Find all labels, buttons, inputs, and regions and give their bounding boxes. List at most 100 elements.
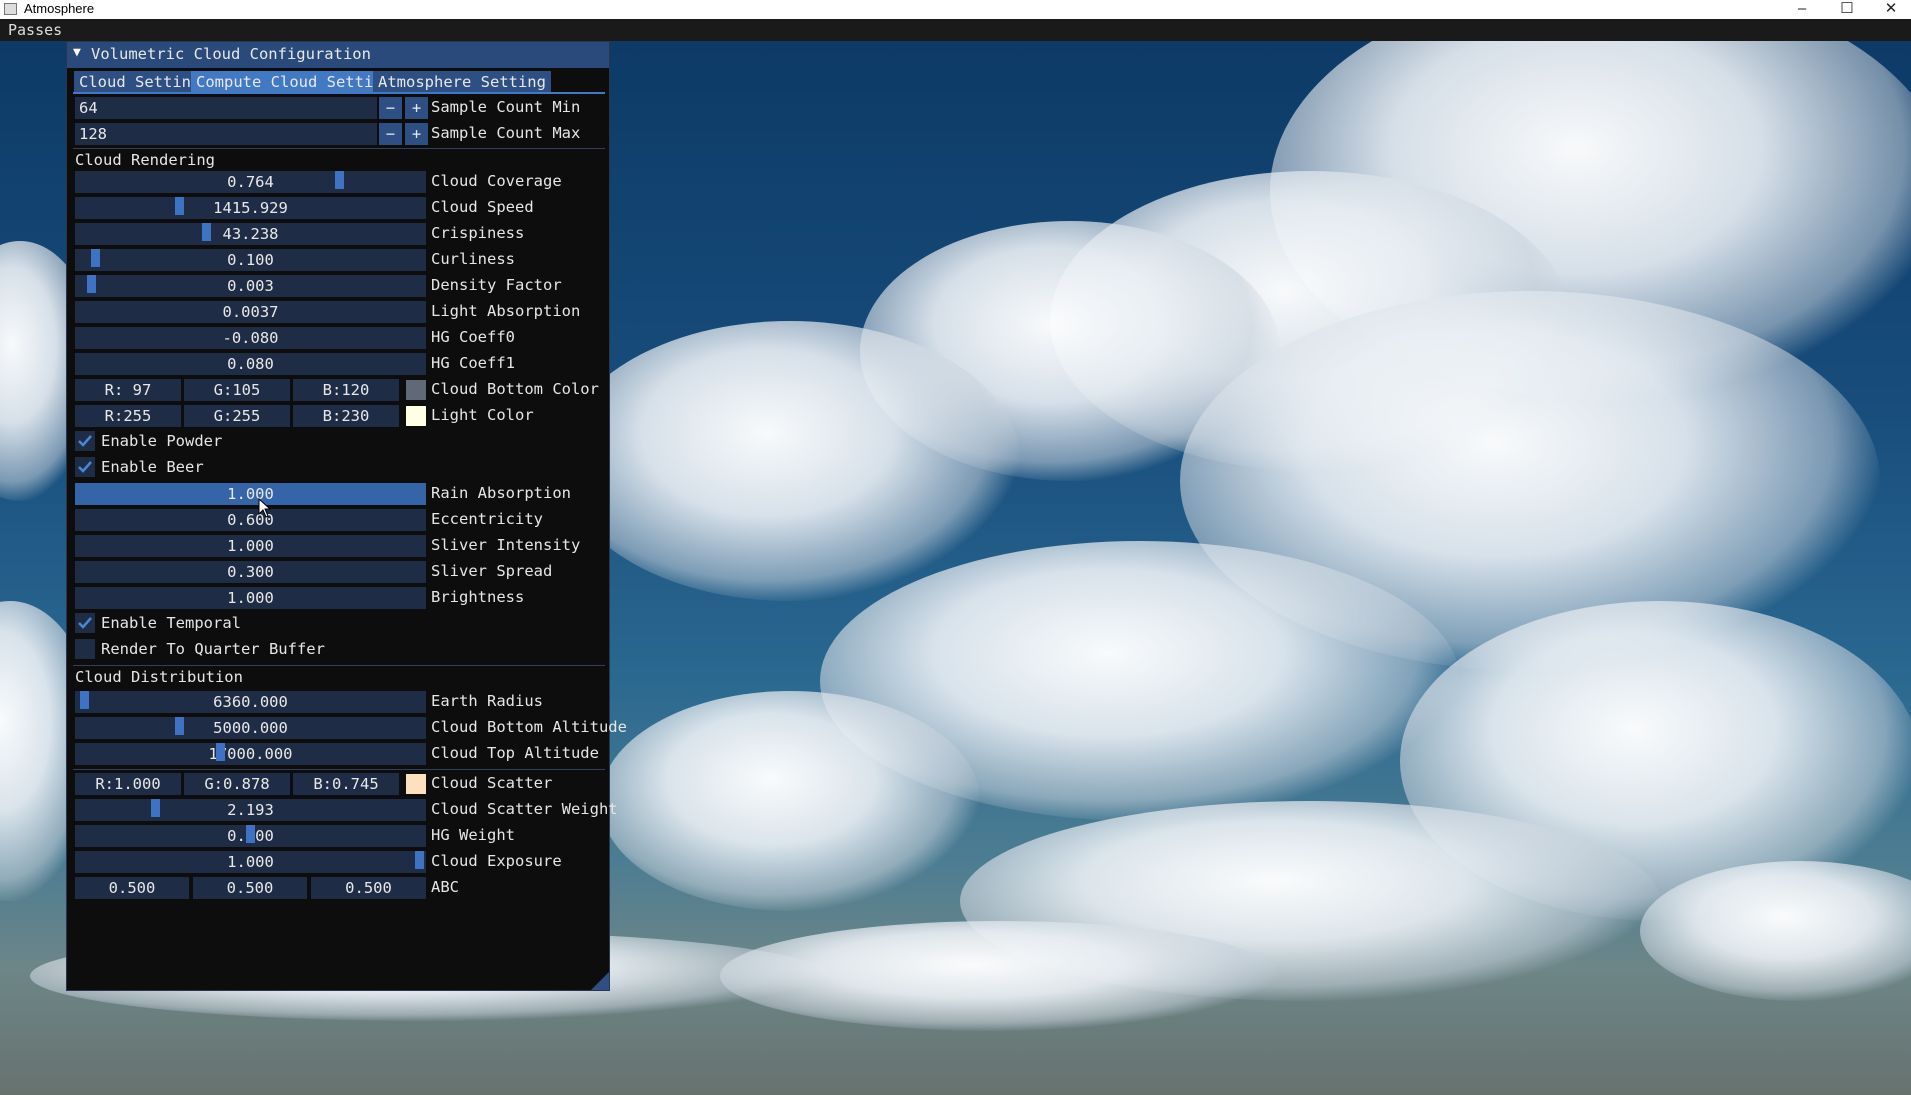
light-color-swatch[interactable]	[406, 406, 426, 426]
cloud-scatter-weight-slider[interactable]: 2.193	[75, 799, 426, 821]
abc-b-input[interactable]: 0.500	[193, 877, 307, 899]
rendering-slider-row: 43.238 Crispiness	[67, 221, 611, 247]
light-color-label: Light Color	[431, 406, 534, 424]
sample-count-min-input[interactable]: 64	[75, 97, 377, 119]
density-factor-label: Density Factor	[431, 276, 562, 294]
bottom-color-g-input[interactable]: G:105	[184, 379, 290, 401]
enable-powder-checkbox[interactable]	[75, 431, 95, 451]
distribution-slider-row: 1.000 Cloud Exposure	[67, 849, 611, 875]
rain-absorption-slider[interactable]: 1.000	[75, 483, 426, 505]
slider-grab-handle[interactable]	[175, 717, 185, 735]
sample-min-minus-button[interactable]: −	[379, 97, 402, 119]
enable-temporal-label: Enable Temporal	[101, 614, 241, 632]
enable-powder-row[interactable]: Enable Powder	[67, 429, 611, 455]
sliver-spread-slider[interactable]: 0.300	[75, 561, 426, 583]
earth-radius-slider[interactable]: 6360.000	[75, 691, 426, 713]
rendering-slider-row: 0.300 Sliver Spread	[67, 559, 611, 585]
cloud-top-altitude-slider[interactable]: 17000.000	[75, 743, 426, 765]
scatter-r-input[interactable]: R:1.000	[75, 773, 181, 795]
separator	[73, 148, 605, 149]
panel-header[interactable]: ▼ Volumetric Cloud Configuration	[67, 42, 609, 68]
checkmark-icon	[78, 461, 92, 473]
slider-grab-handle[interactable]	[215, 743, 225, 761]
rendering-slider-row: 0.100 Curliness	[67, 247, 611, 273]
cloud-scatter-swatch[interactable]	[406, 774, 426, 794]
sample-min-plus-button[interactable]: +	[405, 97, 428, 119]
minimize-button[interactable]: –	[1782, 0, 1822, 18]
light-color-g-input[interactable]: G:255	[184, 405, 290, 427]
enable-temporal-checkbox[interactable]	[75, 613, 95, 633]
cloud-speed-slider[interactable]: 1415.929	[75, 197, 426, 219]
eccentricity-slider[interactable]: 0.600	[75, 509, 426, 531]
rendering-slider-row: 1.000 Sliver Intensity	[67, 533, 611, 559]
abc-row: 0.500 0.500 0.500 ABC	[67, 875, 611, 901]
abc-a-input[interactable]: 0.500	[75, 877, 189, 899]
sample-count-max-input[interactable]: 128	[75, 123, 377, 145]
slider-grab-handle[interactable]	[175, 197, 185, 215]
cloud-bottom-altitude-slider[interactable]: 5000.000	[75, 717, 426, 739]
crispiness-slider[interactable]: 43.238	[75, 223, 426, 245]
cloud-exposure-slider[interactable]: 1.000	[75, 851, 426, 873]
slider-grab-handle[interactable]	[415, 851, 424, 869]
bottom-color-b-input[interactable]: B:120	[293, 379, 399, 401]
enable-beer-row[interactable]: Enable Beer	[67, 455, 611, 481]
tab-atmosphere-setting[interactable]: Atmosphere Setting	[373, 71, 551, 92]
quarter-buffer-row[interactable]: Render To Quarter Buffer	[67, 637, 611, 663]
menu-passes[interactable]: Passes	[8, 21, 62, 39]
slider-grab-handle[interactable]	[90, 249, 100, 267]
quarter-buffer-checkbox[interactable]	[75, 639, 95, 659]
bottom-color-r-input[interactable]: R: 97	[75, 379, 181, 401]
brightness-label: Brightness	[431, 588, 525, 606]
tab-cloud-setting[interactable]: Cloud Setting	[74, 71, 206, 92]
collapse-triangle-icon[interactable]: ▼	[73, 45, 81, 60]
light-color-b-input[interactable]: B:230	[293, 405, 399, 427]
hg-coeff1-label: HG Coeff1	[431, 354, 515, 372]
panel-title: Volumetric Cloud Configuration	[91, 45, 371, 63]
hg-coeff0-label: HG Coeff0	[431, 328, 515, 346]
cloud-rendering-header: Cloud Rendering	[75, 151, 215, 169]
volumetric-cloud-panel[interactable]: ▼ Volumetric Cloud Configuration Cloud S…	[66, 41, 627, 991]
checkmark-icon	[78, 617, 92, 629]
slider-grab-handle[interactable]	[151, 799, 161, 817]
cloud-scatter-label: Cloud Scatter	[431, 774, 553, 792]
abc-c-input[interactable]: 0.500	[311, 877, 426, 899]
app-icon	[4, 3, 17, 15]
enable-powder-label: Enable Powder	[101, 432, 223, 450]
enable-beer-checkbox[interactable]	[75, 457, 95, 477]
close-button[interactable]: ✕	[1871, 0, 1911, 18]
slider-grab-handle[interactable]	[202, 223, 212, 241]
slider-grab-handle[interactable]	[246, 825, 255, 843]
slider-grab-handle[interactable]	[335, 171, 345, 189]
rendering-slider-row: 1.000 Brightness	[67, 585, 611, 611]
rendering-slider-row: 0.764 Cloud Coverage	[67, 169, 611, 195]
light-absorption-slider[interactable]: 0.0037	[75, 301, 426, 323]
rendering-slider-row: 0.003 Density Factor	[67, 273, 611, 299]
sample-max-plus-button[interactable]: +	[405, 123, 428, 145]
maximize-button[interactable]: ☐	[1827, 0, 1867, 18]
scatter-b-input[interactable]: B:0.745	[293, 773, 399, 795]
curliness-slider[interactable]: 0.100	[75, 249, 426, 271]
tab-underline	[73, 92, 605, 94]
scatter-g-input[interactable]: G:0.878	[184, 773, 290, 795]
quarter-buffer-label: Render To Quarter Buffer	[101, 640, 325, 658]
sliver-intensity-label: Sliver Intensity	[431, 536, 581, 554]
sample-max-minus-button[interactable]: −	[379, 123, 402, 145]
density-factor-slider[interactable]: 0.003	[75, 275, 426, 297]
slider-grab-handle[interactable]	[87, 275, 97, 293]
window-titlebar: Atmosphere – ☐ ✕	[0, 0, 1911, 19]
enable-temporal-row[interactable]: Enable Temporal	[67, 611, 611, 637]
cloud-coverage-slider[interactable]: 0.764	[75, 171, 426, 193]
slider-grab-handle[interactable]	[80, 691, 90, 709]
tab-compute-cloud-setting[interactable]: Compute Cloud Setting	[191, 71, 397, 92]
distribution-slider-row: 2.193 Cloud Scatter Weight	[67, 797, 618, 823]
distribution-slider-row: 17000.000 Cloud Top Altitude	[67, 741, 611, 767]
brightness-slider[interactable]: 1.000	[75, 587, 426, 609]
bottom-color-swatch[interactable]	[406, 380, 426, 400]
resize-grip-icon[interactable]	[591, 972, 609, 990]
hg-coeff1-slider[interactable]: 0.080	[75, 353, 426, 375]
hg-coeff0-slider[interactable]: -0.080	[75, 327, 426, 349]
cloud-scatter-weight-label: Cloud Scatter Weight	[431, 800, 618, 818]
light-color-r-input[interactable]: R:255	[75, 405, 181, 427]
sliver-intensity-slider[interactable]: 1.000	[75, 535, 426, 557]
rendering-slider-row: 0.600 Eccentricity	[67, 507, 611, 533]
